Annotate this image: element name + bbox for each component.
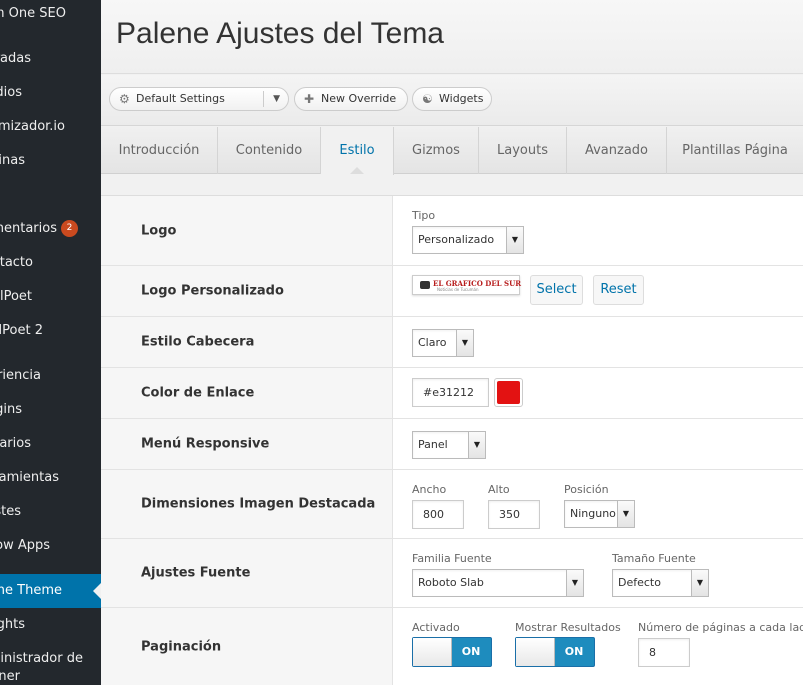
sidebar-item-ajustes[interactable]: stes bbox=[0, 495, 101, 529]
tab-plantillas-pagina[interactable]: Plantillas Página bbox=[667, 127, 803, 174]
plus-icon: ✚ bbox=[304, 92, 315, 106]
widgets-button[interactable]: ☯ Widgets bbox=[412, 87, 492, 111]
sidebar-item-medios[interactable]: dios bbox=[0, 76, 101, 110]
reset-logo-button[interactable]: Reset bbox=[593, 275, 644, 305]
label-custom-logo: Logo Personalizado bbox=[141, 283, 284, 299]
label-tipo: Tipo bbox=[412, 209, 436, 222]
tab-estilo[interactable]: Estilo bbox=[321, 127, 394, 175]
caret-down-icon: ▼ bbox=[617, 501, 634, 527]
sidebar-item-paginas[interactable]: inas bbox=[0, 144, 101, 178]
sidebar-item-entradas[interactable]: radas bbox=[0, 42, 101, 76]
new-override-button[interactable]: ✚ New Override bbox=[294, 87, 408, 111]
page-header: Palene Ajustes del Tema bbox=[101, 0, 803, 74]
caret-down-icon: ▼ bbox=[506, 227, 523, 253]
label-pagination: Paginación bbox=[141, 639, 222, 655]
sidebar-item-insights[interactable]: ghts bbox=[0, 608, 101, 642]
pages-each-side-input[interactable]: 8 bbox=[638, 638, 690, 667]
sidebar-item-comentarios[interactable]: mentarios2 bbox=[0, 212, 101, 246]
tab-layouts[interactable]: Layouts bbox=[479, 127, 567, 174]
image-width-input[interactable]: 800 bbox=[412, 500, 464, 529]
tab-gizmos[interactable]: Gizmos bbox=[394, 127, 479, 174]
pagination-enabled-toggle[interactable]: ON bbox=[412, 637, 492, 667]
tab-contenido[interactable]: Contenido bbox=[218, 127, 321, 174]
responsive-menu-select[interactable]: Panel ▼ bbox=[412, 431, 486, 459]
sidebar-item-plugins[interactable]: gins bbox=[0, 393, 101, 427]
caret-down-icon: ▼ bbox=[691, 570, 708, 596]
sidebar-item-optimizador[interactable]: mizador.io bbox=[0, 110, 101, 144]
image-position-select[interactable]: Ninguno ▼ bbox=[564, 500, 635, 528]
custom-logo-preview: EL GRAFICO DEL SUR Noticias de Tucumán bbox=[412, 275, 521, 295]
main-panel: Palene Ajustes del Tema ⚙ Default Settin… bbox=[101, 0, 803, 685]
caret-down-icon: ▼ bbox=[468, 432, 485, 458]
label-header-style: Estilo Cabecera bbox=[141, 334, 255, 350]
sidebar-item-mailpoet[interactable]: lPoet bbox=[0, 280, 101, 314]
image-height-input[interactable]: 350 bbox=[488, 500, 540, 529]
font-size-select[interactable]: Defecto ▼ bbox=[612, 569, 709, 597]
sidebar-item-usuarios[interactable]: arios bbox=[0, 427, 101, 461]
label-font-settings: Ajustes Fuente bbox=[141, 565, 251, 581]
row-link-color: Color de Enlace #e31212 bbox=[101, 368, 803, 419]
caret-down-icon: ▼ bbox=[273, 94, 280, 104]
row-featured-image: Dimensiones Imagen Destacada Ancho 800 A… bbox=[101, 470, 803, 539]
sidebar-item-contacto[interactable]: ntacto bbox=[0, 246, 101, 280]
tab-avanzado[interactable]: Avanzado bbox=[567, 127, 667, 174]
sidebar-item-palene-theme[interactable]: ene Theme bbox=[0, 574, 101, 608]
link-color-input[interactable]: #e31212 bbox=[412, 378, 489, 407]
sidebar-item-all-in-one-seo[interactable]: m One SEO bbox=[0, 0, 101, 31]
toolbar: ⚙ Default Settings ▼ ✚ New Override ☯ Wi… bbox=[101, 75, 803, 126]
row-header-style: Estilo Cabecera Claro ▼ bbox=[101, 317, 803, 368]
car-icon bbox=[420, 281, 430, 289]
row-pagination: Paginación Activado ON Mostrar Resultado… bbox=[101, 608, 803, 685]
link-color-swatch[interactable] bbox=[494, 378, 523, 407]
admin-sidebar: m One SEO radas dios mizador.io inas men… bbox=[0, 0, 101, 685]
caret-down-icon: ▼ bbox=[566, 570, 583, 596]
settings-form: Logo Tipo Personalizado ▼ Logo Personali… bbox=[101, 195, 803, 685]
settings-tabs: Introducción Contenido Estilo Gizmos Lay… bbox=[101, 127, 803, 175]
label-logo: Logo bbox=[141, 223, 177, 238]
row-responsive-menu: Menú Responsive Panel ▼ bbox=[101, 419, 803, 470]
row-custom-logo: Logo Personalizado EL GRAFICO DEL SUR No… bbox=[101, 266, 803, 317]
tab-introduccion[interactable]: Introducción bbox=[101, 127, 218, 174]
sidebar-item-apariencia[interactable]: riencia bbox=[0, 359, 101, 393]
font-family-select[interactable]: Roboto Slab ▼ bbox=[412, 569, 584, 597]
caret-down-icon: ▼ bbox=[456, 330, 473, 356]
sidebar-item-flow-apps[interactable]: ow Apps bbox=[0, 529, 101, 563]
gear-icon: ⚙ bbox=[119, 92, 130, 106]
comments-count-badge: 2 bbox=[61, 220, 78, 237]
page-title: Palene Ajustes del Tema bbox=[116, 17, 444, 50]
row-logo: Logo Tipo Personalizado ▼ bbox=[101, 196, 803, 266]
label-featured-image: Dimensiones Imagen Destacada bbox=[141, 496, 376, 512]
sidebar-item-herramientas[interactable]: ramientas bbox=[0, 461, 101, 495]
label-link-color: Color de Enlace bbox=[141, 385, 255, 401]
label-responsive-menu: Menú Responsive bbox=[141, 436, 270, 452]
widgets-icon: ☯ bbox=[422, 92, 433, 106]
select-logo-button[interactable]: Select bbox=[530, 275, 583, 305]
header-style-select[interactable]: Claro ▼ bbox=[412, 329, 474, 357]
sidebar-item-mailpoet-2[interactable]: lPoet 2 bbox=[0, 314, 101, 348]
logo-type-select[interactable]: Personalizado ▼ bbox=[412, 226, 524, 254]
show-results-toggle[interactable]: ON bbox=[515, 637, 595, 667]
row-font-settings: Ajustes Fuente Familia Fuente Roboto Sla… bbox=[101, 539, 803, 608]
sidebar-item-administrador-cont[interactable]: ner bbox=[0, 660, 101, 685]
default-settings-dropdown[interactable]: ⚙ Default Settings ▼ bbox=[109, 87, 289, 111]
